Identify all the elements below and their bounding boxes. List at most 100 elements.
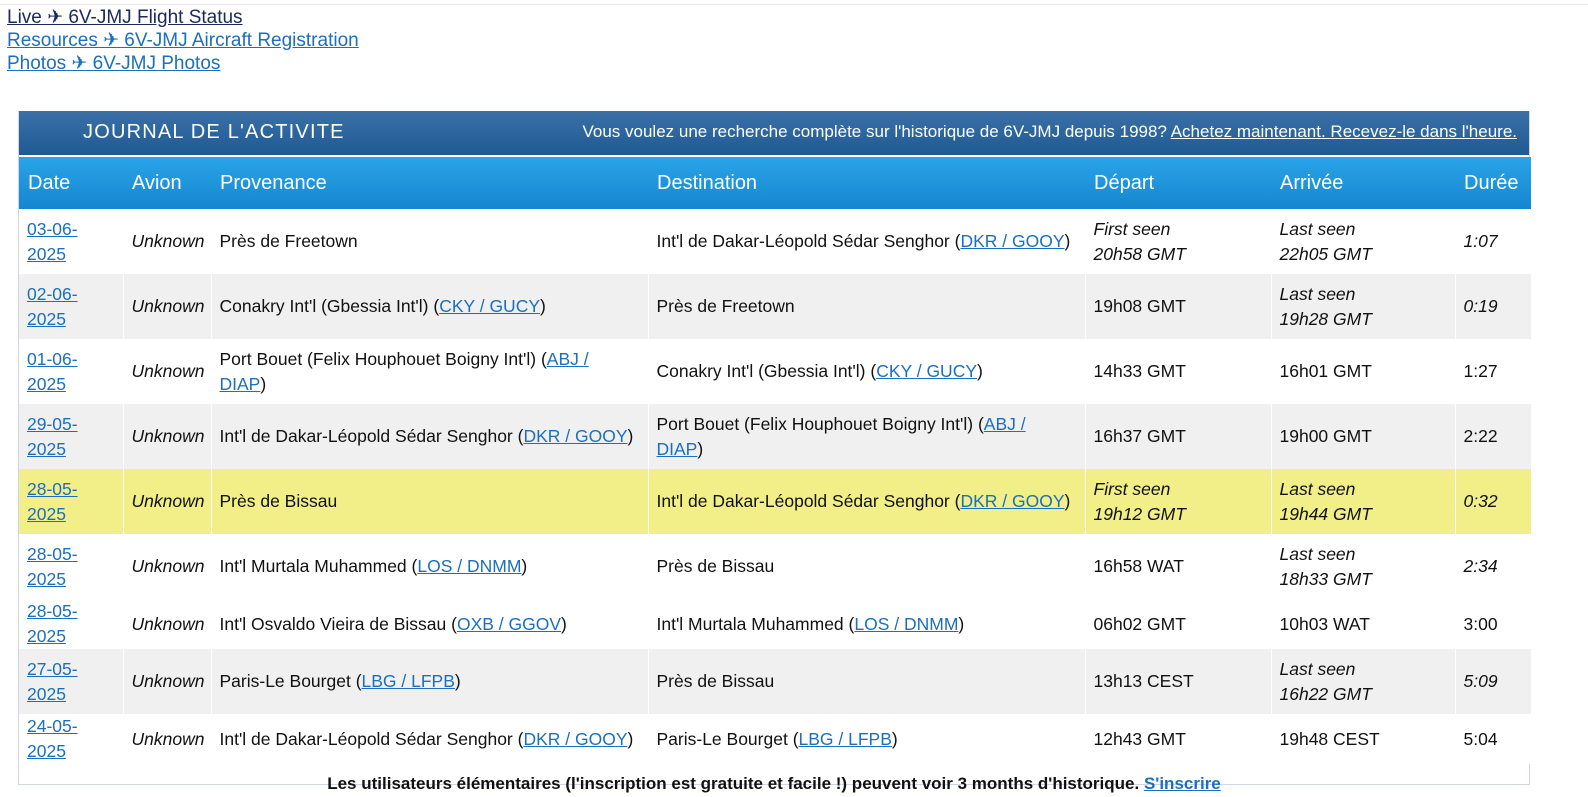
- duration-cell: 2:34: [1455, 534, 1532, 599]
- aircraft-cell: Unknown: [123, 599, 212, 649]
- table-body: 03-06-2025 Unknown Près de Freetown Int'l d…: [19, 209, 1532, 764]
- aircraft-cell: Unknown: [123, 209, 212, 274]
- col-header-duree[interactable]: Durée: [1455, 157, 1531, 209]
- dest-airport-code-link[interactable]: LBG / LFPB: [799, 729, 892, 749]
- prov-airport-name: Int'l Murtala Muhammed: [219, 556, 407, 576]
- buy-history-link[interactable]: Achetez maintenant. Recevez-le dans l'he…: [1171, 122, 1517, 141]
- origin-cell: Près de Bissau: [211, 469, 649, 534]
- prov-airport-name: Paris-Le Bourget: [219, 671, 351, 691]
- flight-date-link[interactable]: 28-05-2025: [27, 479, 78, 524]
- dep-time: 13h13 CEST: [1093, 671, 1194, 691]
- dest-airport-name: Int'l de Dakar-Léopold Sédar Senghor: [656, 491, 950, 511]
- prov-airport-code-link[interactable]: LOS / DNMM: [417, 556, 521, 576]
- duration-cell: 3:00: [1455, 599, 1532, 649]
- col-header-avion[interactable]: Avion: [123, 157, 211, 209]
- origin-cell: Int'l Osvaldo Vieira de Bissau (OXB / GG…: [211, 599, 649, 649]
- history-promo-text: Vous voulez une recherche complète sur l…: [582, 122, 1167, 141]
- table-row: 28-05-2025 Unknown Int'l Osvaldo Vieira de…: [19, 599, 1532, 649]
- arr-seen-label: Last seen: [1279, 283, 1356, 304]
- col-header-destination[interactable]: Destination: [648, 157, 1085, 209]
- date-cell: 02-06-2025: [19, 274, 124, 339]
- date-cell: 28-05-2025: [19, 534, 124, 599]
- basic-users-note: Les utilisateurs élémentaires (l'inscrip…: [19, 764, 1529, 794]
- duration-cell: 1:07: [1455, 209, 1532, 274]
- col-header-date[interactable]: Date: [19, 157, 123, 209]
- aircraft-cell: Unknown: [123, 339, 212, 404]
- arrival-cell: 19h00 GMT: [1271, 404, 1456, 469]
- prov-airport-name: Int'l Osvaldo Vieira de Bissau: [219, 613, 447, 634]
- dest-airport-name: Conakry Int'l (Gbessia Int'l): [656, 361, 866, 381]
- table-row: 29-05-2025 Unknown Int'l de Dakar-Léopold …: [19, 404, 1532, 469]
- flight-history-table: Date Avion Provenance Destination Départ…: [19, 157, 1532, 764]
- destination-cell: Port Bouet (Felix Houphouet Boigny Int'l…: [648, 404, 1086, 469]
- prov-airport-code-link[interactable]: LBG / LFPB: [362, 671, 455, 691]
- photos-link[interactable]: Photos ✈ 6V-JMJ Photos: [7, 52, 359, 75]
- table-row: 02-06-2025 Unknown Conakry Int'l (Gbessia …: [19, 274, 1532, 339]
- prov-airport-name: Conakry Int'l (Gbessia Int'l): [219, 296, 429, 316]
- dep-time: 16h37 GMT: [1093, 426, 1186, 446]
- flight-duration: 1:27: [1463, 361, 1498, 381]
- date-cell: 03-06-2025: [19, 209, 124, 274]
- dest-airport-name: Int'l de Dakar-Léopold Sédar Senghor: [656, 231, 950, 251]
- aircraft-registration-link[interactable]: Resources ✈ 6V-JMJ Aircraft Registration: [7, 29, 359, 52]
- destination-cell: Int'l Murtala Muhammed (LOS / DNMM): [648, 599, 1086, 649]
- flight-duration: 5:09: [1463, 671, 1498, 691]
- departure-cell: 12h43 GMT: [1085, 714, 1272, 764]
- flight-date-link[interactable]: 03-06-2025: [27, 219, 78, 264]
- aircraft-cell: Unknown: [123, 534, 212, 599]
- prov-airport-code-link[interactable]: DKR / GOOY: [523, 426, 627, 446]
- arr-seen-label: Last seen: [1279, 218, 1356, 239]
- prov-airport-name: Int'l de Dakar-Léopold Sédar Senghor: [219, 728, 513, 749]
- arr-seen-label: Last seen: [1279, 658, 1356, 679]
- arrival-cell: 19h48 CEST: [1271, 714, 1456, 764]
- arrival-cell: Last seen 19h44 GMT: [1271, 469, 1456, 534]
- dest-airport-name: Port Bouet (Felix Houphouet Boigny Int'l…: [656, 413, 974, 434]
- arr-time: 10h03 WAT: [1279, 613, 1370, 634]
- duration-cell: 1:27: [1455, 339, 1532, 404]
- aircraft-type: Unknown: [131, 613, 205, 634]
- departure-cell: First seen 19h12 GMT: [1085, 469, 1272, 534]
- dest-airport-code-link[interactable]: DKR / GOOY: [960, 231, 1064, 251]
- arrival-cell: 16h01 GMT: [1271, 339, 1456, 404]
- flight-duration: 0:19: [1463, 296, 1498, 316]
- flight-date-link[interactable]: 29-05-2025: [27, 414, 78, 459]
- dest-airport-code-link[interactable]: DKR / GOOY: [960, 491, 1064, 511]
- table-row: 27-05-2025 Unknown Paris-Le Bourget (LBG /…: [19, 649, 1532, 714]
- aircraft-type: Unknown: [131, 728, 205, 749]
- dep-time: 19h12 GMT: [1093, 503, 1186, 524]
- flight-duration: 2:34: [1463, 556, 1498, 576]
- departure-cell: 13h13 CEST: [1085, 649, 1272, 714]
- col-header-provenance[interactable]: Provenance: [211, 157, 648, 209]
- aircraft-type: Unknown: [131, 671, 205, 691]
- flight-duration: 3:00: [1463, 613, 1498, 634]
- flight-date-link[interactable]: 02-06-2025: [27, 284, 78, 329]
- table-row: 24-05-2025 Unknown Int'l de Dakar-Léopold …: [19, 714, 1532, 764]
- prov-airport-code-link[interactable]: CKY / GUCY: [439, 296, 540, 316]
- departure-cell: 16h58 WAT: [1085, 534, 1272, 599]
- origin-cell: Int'l de Dakar-Léopold Sédar Senghor (DK…: [211, 714, 649, 764]
- destination-cell: Près de Freetown: [648, 274, 1086, 339]
- flight-date-link[interactable]: 28-05-2025: [27, 601, 78, 646]
- aircraft-type: Unknown: [131, 556, 205, 576]
- dest-airport-code-link[interactable]: LOS / DNMM: [854, 614, 958, 634]
- destination-cell: Int'l de Dakar-Léopold Sédar Senghor (DK…: [648, 469, 1086, 534]
- prov-airport-code-link[interactable]: DKR / GOOY: [523, 729, 627, 749]
- date-cell: 24-05-2025: [19, 714, 124, 764]
- flight-date-link[interactable]: 28-05-2025: [27, 544, 78, 589]
- live-flight-status-link[interactable]: Live ✈ 6V-JMJ Flight Status: [7, 6, 359, 29]
- arr-time: 19h44 GMT: [1279, 503, 1372, 524]
- col-header-depart[interactable]: Départ: [1085, 157, 1271, 209]
- prov-airport-code-link[interactable]: OXB / GGOV: [457, 614, 561, 634]
- col-header-arrivee[interactable]: Arrivée: [1271, 157, 1455, 209]
- prov-airport-name: Port Bouet (Felix Houphouet Boigny Int'l…: [219, 348, 537, 369]
- dest-airport-code-link[interactable]: CKY / GUCY: [876, 361, 977, 381]
- departure-cell: First seen 20h58 GMT: [1085, 209, 1272, 274]
- dep-time: 14h33 GMT: [1093, 361, 1186, 381]
- flight-date-link[interactable]: 27-05-2025: [27, 659, 78, 704]
- arr-time: 22h05 GMT: [1279, 243, 1372, 264]
- signup-link[interactable]: S'inscrire: [1144, 774, 1221, 793]
- flight-date-link[interactable]: 01-06-2025: [27, 349, 78, 394]
- aircraft-cell: Unknown: [123, 469, 212, 534]
- flight-date-link[interactable]: 24-05-2025: [27, 716, 78, 761]
- table-row: 01-06-2025 Unknown Port Bouet (Felix Houph…: [19, 339, 1532, 404]
